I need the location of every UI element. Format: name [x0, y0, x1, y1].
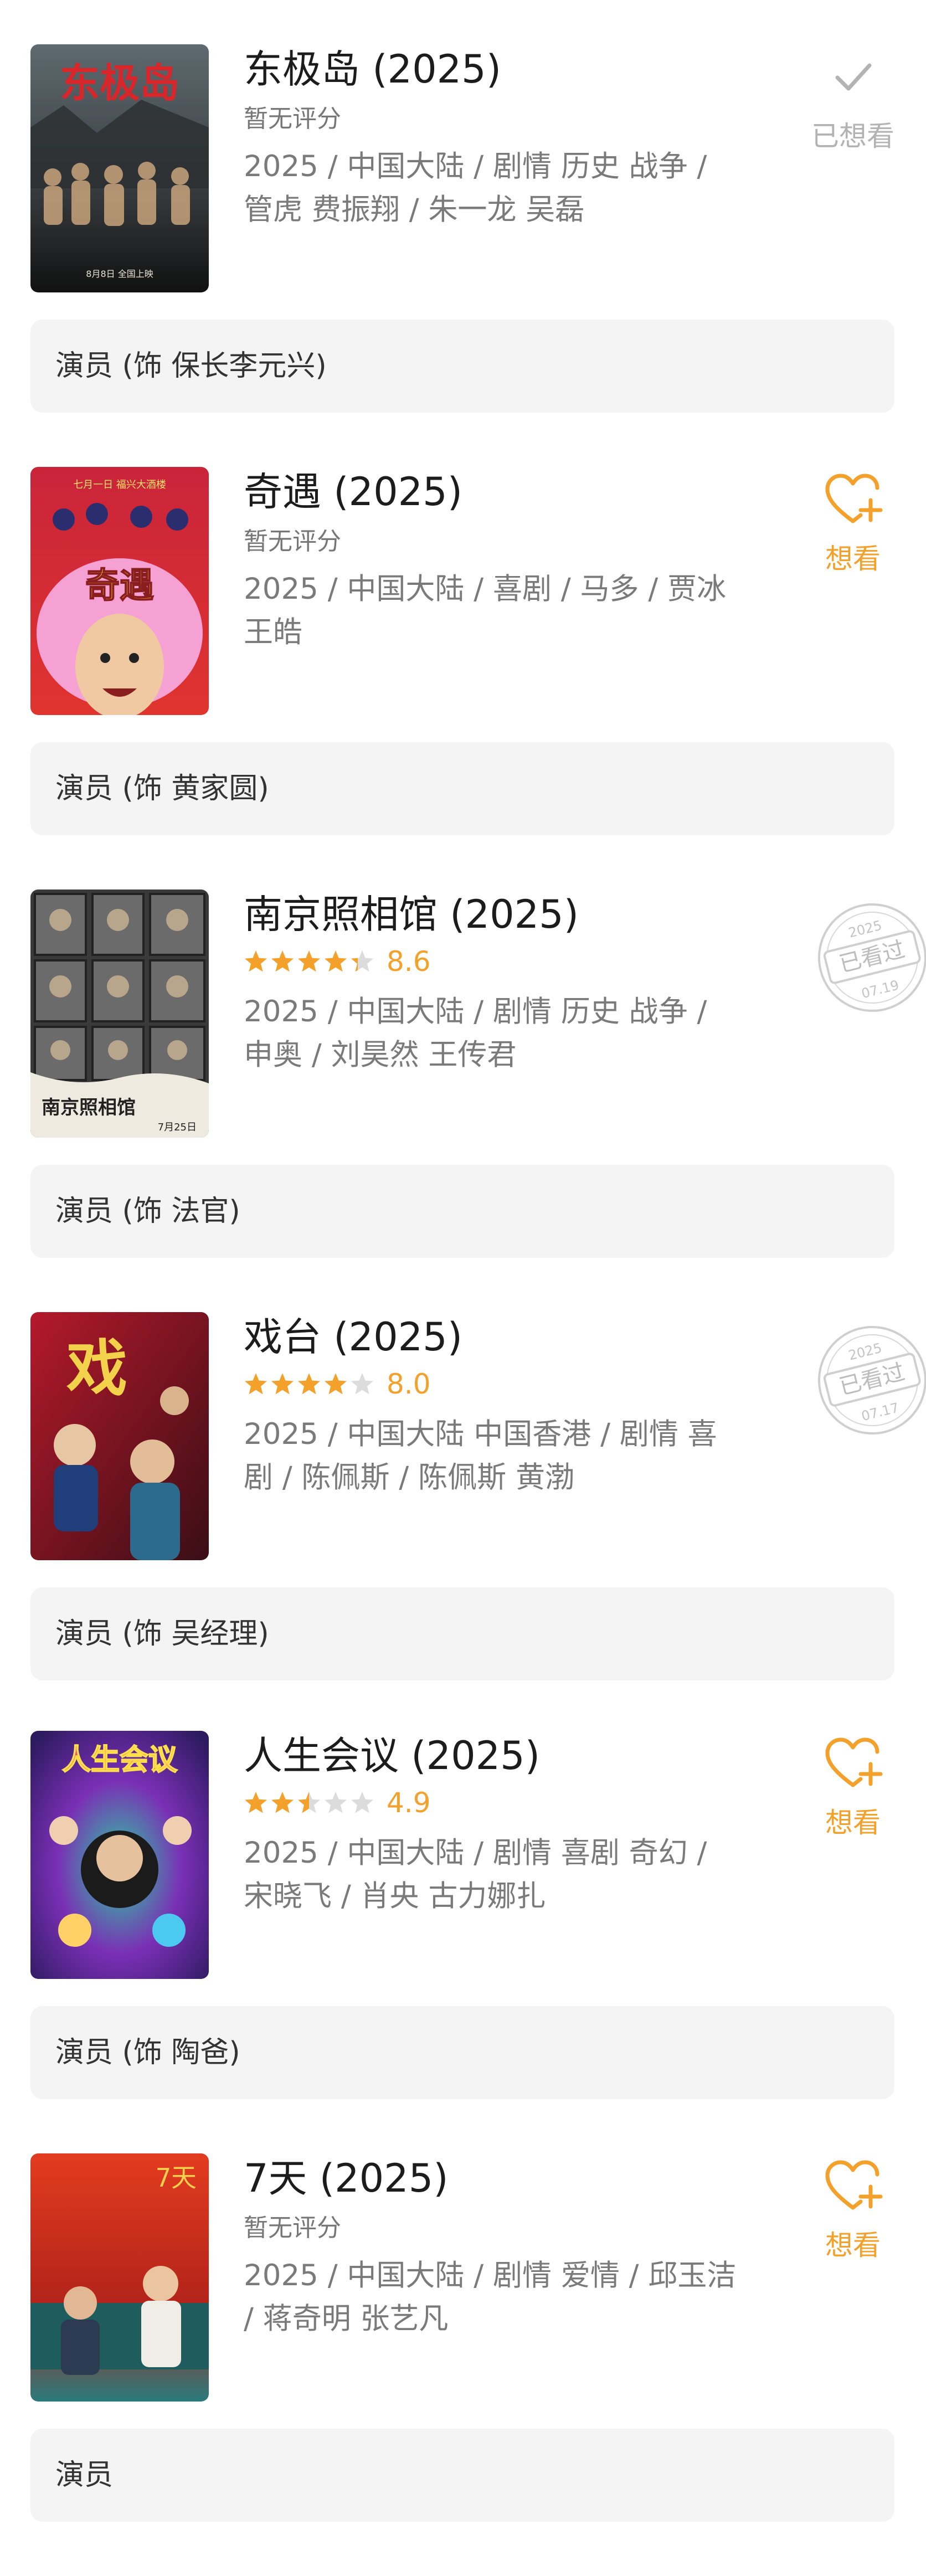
poster-tagline: 七月一日 福兴大酒楼 [73, 479, 166, 491]
movie-meta: 2025 / 中国大陆 / 剧情 历史 战争 / 管虎 费振翔 / 朱一龙 吴磊 [244, 150, 707, 227]
movie-poster[interactable]: 戏 [30, 1312, 209, 1560]
movie-title[interactable]: 奇遇 (2025) [244, 467, 462, 517]
poster-date: 8月8日 全国上映 [86, 269, 153, 279]
star-icon [245, 950, 267, 972]
movie-title[interactable]: 南京照相馆 (2025) [244, 889, 579, 939]
movie-card[interactable]: 七月一日 福兴大酒楼 奇遇 奇遇 (2025) 暂无评分 2025 / 中国大陆… [0, 467, 926, 889]
poster-title: 7天 [156, 2163, 197, 2193]
star-icon [298, 1792, 320, 1813]
poster-image: 戏 [30, 1312, 209, 1560]
movie-meta: 2025 / 中国大陆 中国香港 / 剧情 喜剧 / 陈佩斯 / 陈佩斯 黄渤 [244, 1417, 717, 1494]
movie-poster[interactable]: 7天 [30, 2153, 209, 2402]
movie-title[interactable]: 戏台 (2025) [244, 1312, 462, 1362]
want-button[interactable]: 想看 [798, 1731, 908, 1875]
wanted-button[interactable]: 已想看 [798, 44, 908, 188]
star-rating [244, 1372, 374, 1396]
star-icon [351, 1373, 373, 1395]
poster-title: 南京照相馆 [42, 1097, 136, 1119]
star-rating [244, 949, 374, 974]
poster-image: 东极岛 8月8日 全国上映 [30, 44, 209, 292]
role-box: 演员 (饰 吴经理) [30, 1587, 894, 1680]
movie-poster[interactable]: 人生会议 [30, 1731, 209, 1979]
role-text: 演员 (饰 吴经理) [55, 1617, 269, 1651]
role-text: 演员 (饰 黄家圆) [55, 772, 269, 805]
no-rating-label: 暂无评分 [244, 2214, 341, 2242]
rating-score: 8.0 [387, 1368, 431, 1400]
role-box: 演员 [30, 2429, 894, 2522]
want-label: 想看 [825, 2229, 881, 2261]
role-box: 演员 (饰 黄家圆) [30, 742, 894, 835]
movie-card[interactable]: 7天 7天 (2025) 暂无评分 2025 / 中国大陆 / 剧情 爱情 / … [0, 2153, 926, 2576]
movie-title[interactable]: 7天 (2025) [244, 2153, 449, 2203]
check-icon [835, 63, 872, 91]
rating-row: 暂无评分 [244, 522, 341, 556]
watched-stamp-icon: 2025 已看过 07.19 [818, 903, 926, 1012]
movie-card[interactable]: 东极岛 8月8日 全国上映 东极岛 (2025) 暂无评分 2025 / 中国大… [0, 44, 926, 467]
want-button[interactable]: 想看 [798, 2153, 908, 2297]
watched-stamp: 2025 已看过 07.19 [814, 899, 926, 1016]
role-box: 演员 (饰 陶爸) [30, 2006, 894, 2099]
role-box: 演员 (饰 法官) [30, 1165, 894, 1258]
poster-title: 戏 [66, 1333, 127, 1404]
movie-poster[interactable]: 七月一日 福兴大酒楼 奇遇 [30, 467, 209, 715]
rating-row: 8.6 [244, 945, 431, 978]
poster-image: 七月一日 福兴大酒楼 奇遇 [30, 467, 209, 715]
movie-card[interactable]: 戏 戏台 (2025) 8.0 2025 / 中国大陆 中国香港 / 剧情 喜剧… [0, 1312, 926, 1735]
movie-title[interactable]: 东极岛 (2025) [244, 44, 501, 94]
poster-date: 7月25日 [158, 1122, 197, 1133]
poster-title: 东极岛 [60, 59, 179, 106]
rating-score: 4.9 [387, 1787, 431, 1819]
movie-poster[interactable]: 南京照相馆 7月25日 [30, 889, 209, 1138]
poster-title: 奇遇 [85, 565, 154, 605]
movie-poster[interactable]: 东极岛 8月8日 全国上映 [30, 44, 209, 292]
wanted-label: 已想看 [811, 120, 894, 152]
star-rating [244, 1791, 374, 1815]
star-icon [325, 1373, 347, 1395]
star-icon [271, 1792, 294, 1813]
star-icon [351, 950, 373, 972]
role-text: 演员 (饰 保长李元兴) [55, 349, 327, 383]
rating-row: 暂无评分 [244, 2209, 341, 2242]
poster-image: 人生会议 [30, 1731, 209, 1979]
want-label: 想看 [825, 543, 881, 575]
no-rating-label: 暂无评分 [244, 105, 341, 133]
want-button[interactable]: 想看 [798, 467, 908, 611]
movie-card[interactable]: 人生会议 人生会议 (2025) 4.9 2025 / 中国大陆 / 剧情 喜剧… [0, 1731, 926, 2153]
role-box: 演员 (饰 保长李元兴) [30, 320, 894, 413]
heart-plus-icon [825, 2160, 883, 2210]
star-icon [245, 1792, 267, 1813]
watched-stamp-icon: 2025 已看过 07.17 [818, 1326, 926, 1434]
star-icon [298, 950, 320, 972]
no-rating-label: 暂无评分 [244, 527, 341, 556]
want-label: 想看 [825, 1807, 881, 1839]
star-icon [271, 1373, 294, 1395]
rating-row: 8.0 [244, 1367, 431, 1401]
rating-score: 8.6 [387, 945, 431, 978]
star-icon [271, 950, 294, 972]
poster-title: 人生会议 [62, 1743, 178, 1777]
star-icon [325, 950, 347, 972]
role-text: 演员 (饰 陶爸) [55, 2036, 240, 2069]
movie-title[interactable]: 人生会议 (2025) [244, 1731, 540, 1781]
role-text: 演员 [55, 2459, 114, 2492]
movie-meta: 2025 / 中国大陆 / 剧情 喜剧 奇幻 / 宋晓飞 / 肖央 古力娜扎 [244, 1836, 707, 1913]
movie-card[interactable]: 南京照相馆 7月25日 南京照相馆 (2025) 8.6 2025 / 中国大陆… [0, 889, 926, 1312]
watched-stamp: 2025 已看过 07.17 [814, 1322, 926, 1438]
heart-plus-icon [825, 474, 883, 523]
movie-meta: 2025 / 中国大陆 / 剧情 历史 战争 / 申奥 / 刘昊然 王传君 [244, 995, 707, 1072]
poster-image: 7天 [30, 2153, 209, 2402]
movie-meta: 2025 / 中国大陆 / 剧情 爱情 / 邱玉洁 / 蒋奇明 张艺凡 [244, 2259, 737, 2336]
role-text: 演员 (饰 法官) [55, 1195, 240, 1228]
star-icon [325, 1792, 347, 1813]
rating-row: 4.9 [244, 1786, 431, 1819]
star-icon [351, 1792, 373, 1813]
heart-plus-icon [825, 1737, 883, 1787]
stamp-year: 2025 [847, 1340, 883, 1364]
stamp-year: 2025 [847, 918, 883, 941]
poster-image: 南京照相馆 7月25日 [30, 889, 209, 1138]
rating-row: 暂无评分 [244, 100, 341, 133]
star-icon [245, 1373, 267, 1395]
star-icon [298, 1373, 320, 1395]
movie-meta: 2025 / 中国大陆 / 喜剧 / 马多 / 贾冰 王皓 [244, 572, 727, 649]
